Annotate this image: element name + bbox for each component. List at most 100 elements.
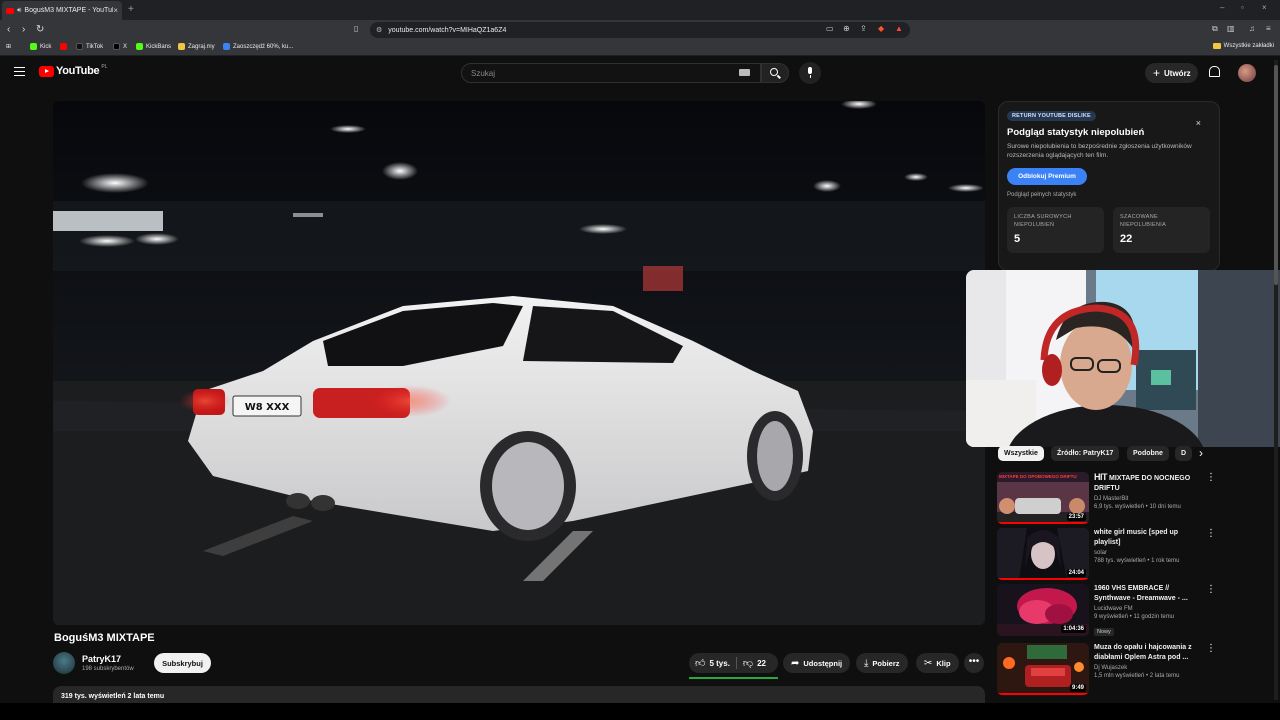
chip-more[interactable]: D <box>1175 446 1193 461</box>
like-button[interactable]: 👍︎ 5 tys. <box>689 653 736 673</box>
sidebar-icon[interactable]: ▥ <box>1227 24 1235 33</box>
recommended-video[interactable]: 9:49 Muza do opału i hajcowania z diabła… <box>997 643 1222 695</box>
subscribe-button[interactable]: Subskrybuj <box>154 653 211 673</box>
chip-from-channel[interactable]: Źródło: PatryK17 <box>1051 446 1120 461</box>
reload-icon[interactable]: ↻ <box>36 24 44 36</box>
like-count: 5 tys. <box>709 658 730 668</box>
guide-menu-icon[interactable] <box>14 67 25 76</box>
share-button[interactable]: ➦ Udostępnij <box>783 653 851 673</box>
video-thumbnail[interactable]: MIXTAPE DO OPOBOWEGO DRIFTU 23:57 <box>997 472 1089 524</box>
back-icon[interactable]: ‹ <box>7 24 10 36</box>
account-avatar[interactable] <box>1238 64 1256 82</box>
search-button[interactable] <box>761 63 789 83</box>
more-options-icon[interactable]: ⋮ <box>1206 473 1216 483</box>
video-thumbnail[interactable]: 24:04 <box>997 528 1089 580</box>
bookmark-item[interactable]: X <box>113 43 127 50</box>
notifications-bell-icon[interactable] <box>1209 66 1220 77</box>
apps-icon[interactable]: ⊞ <box>6 43 11 50</box>
all-bookmarks-folder[interactable]: Wszystkie zakładki <box>1212 43 1274 49</box>
browser-tab[interactable]: 🔊︎ BoguśM3 MIXTAPE - YouTube × <box>2 1 122 20</box>
voice-search-button[interactable] <box>799 62 821 84</box>
video-title: HIT MIXTAPE DO NOCNEGO DRIFTU <box>1094 472 1191 492</box>
video-duration: 1:04:36 <box>1061 625 1086 633</box>
menu-icon[interactable]: ≡ <box>1266 24 1271 33</box>
video-meta: 9 wyświetleń • 11 godzin temu <box>1094 614 1175 620</box>
watch-progress <box>997 693 1089 695</box>
recommended-video[interactable]: MIXTAPE DO OPOBOWEGO DRIFTU 23:57 HIT MIX… <box>997 472 1222 524</box>
scrollbar-thumb[interactable] <box>1274 65 1278 285</box>
channel-name[interactable]: Lucidwave FM <box>1094 606 1206 612</box>
video-title: white girl music [sped up playlist] <box>1094 529 1179 546</box>
channel-name[interactable]: PatryK17 <box>82 654 121 664</box>
dislike-button[interactable]: 👎︎ 22 <box>737 653 772 673</box>
search-input[interactable]: Szukaj <box>461 63 761 83</box>
brave-shield-icon[interactable]: ◆ <box>878 24 884 33</box>
url-text: youtube.com/watch?v=MIHaQZ1a6Z4 <box>388 26 507 34</box>
bookmark-icon[interactable]: ▯ <box>354 24 358 33</box>
chip-all[interactable]: Wszystkie <box>998 446 1044 461</box>
estimated-dislikes-card: SZACOWANE NIEPOLUBIENIA 22 <box>1113 207 1210 253</box>
share-icon[interactable]: ⇪ <box>860 24 867 33</box>
recommended-video[interactable]: 1:04:36 1960 VHS EMBRACE // Synthwave - … <box>997 584 1222 636</box>
more-options-icon[interactable]: ⋮ <box>1206 529 1216 539</box>
share-arrow-icon: ➦ <box>791 657 800 669</box>
ryd-title: Podgląd statystyk niepolubień <box>1007 127 1145 138</box>
site-info-icon[interactable]: ⚙︎ <box>376 26 382 34</box>
video-meta: 1,5 mln wyświetleń • 2 lata temu <box>1094 673 1180 679</box>
rewards-icon[interactable]: ▲ <box>895 24 903 33</box>
unlock-premium-button[interactable]: Odblokuj Premium <box>1007 168 1087 185</box>
bookmark-item[interactable] <box>60 43 70 50</box>
media-icon[interactable]: ♫ <box>1249 24 1255 33</box>
watch-progress <box>997 578 1089 580</box>
download-button[interactable]: ⤓ Pobierz <box>856 653 908 673</box>
bookmark-item[interactable]: Zaoszczędź 60%, ku... <box>223 43 293 50</box>
chip-related[interactable]: Podobne <box>1127 446 1169 461</box>
ryd-close-icon[interactable]: × <box>1196 118 1201 128</box>
speaker-icon[interactable]: 🔊︎ <box>17 7 21 15</box>
dislike-count: 22 <box>757 658 766 668</box>
channel-avatar[interactable] <box>53 652 75 674</box>
video-title: 1960 VHS EMBRACE // Synthwave - Dreamwav… <box>1094 585 1188 602</box>
more-actions-button[interactable]: ••• <box>964 653 984 673</box>
bookmark-item[interactable]: Kick <box>30 43 51 50</box>
channel-name[interactable]: Dj Wujaszek <box>1094 665 1206 671</box>
youtube-logo[interactable]: YouTube PL <box>39 64 107 77</box>
bookmark-item[interactable]: Zagraj.my <box>178 43 215 50</box>
browser-toolbar: ‹ › ↻ ▯ ⚙︎ youtube.com/watch?v=MIHaQZ1a6… <box>0 20 1280 53</box>
create-button[interactable]: + Utwórz <box>1145 63 1198 83</box>
video-frame: W8 XXX <box>53 101 985 625</box>
full-stats-link[interactable]: Podgląd pełnych statystyk <box>1007 192 1076 198</box>
video-thumbnail[interactable]: 1:04:36 <box>997 584 1089 636</box>
window-close-icon[interactable]: × <box>1262 3 1267 12</box>
new-tab-icon[interactable]: + <box>128 4 134 15</box>
tab-title: BoguśM3 MIXTAPE - YouTube <box>24 7 114 14</box>
video-thumbnail[interactable]: 9:49 <box>997 643 1089 695</box>
video-title: Muza do opału i hajcowania z diabłami Op… <box>1094 644 1192 661</box>
ryd-panel: RETURN YOUTUBE DISLIKE × Podgląd statyst… <box>998 101 1220 271</box>
forward-icon[interactable]: › <box>22 24 25 36</box>
tab-close-icon[interactable]: × <box>113 6 118 15</box>
cast-icon[interactable]: ▭ <box>826 24 834 33</box>
thumbnail-caption: MIXTAPE DO OPOBOWEGO DRIFTU <box>999 474 1077 479</box>
keyboard-icon[interactable] <box>739 69 750 76</box>
channel-name[interactable]: solar <box>1094 550 1206 556</box>
zoom-icon[interactable]: ⊕ <box>843 24 850 33</box>
more-options-icon[interactable]: ⋮ <box>1206 585 1216 595</box>
chevron-right-icon[interactable]: › <box>1199 446 1203 461</box>
page-scrollbar[interactable] <box>1274 60 1278 700</box>
recommended-video[interactable]: 24:04 white girl music [sped up playlist… <box>997 528 1222 580</box>
video-duration: 23:57 <box>1066 513 1086 521</box>
minimize-icon[interactable]: – <box>1220 3 1224 12</box>
maximize-icon[interactable]: ▫ <box>1241 3 1244 12</box>
bookmark-item[interactable]: TikTok <box>76 43 103 50</box>
bookmark-item[interactable]: KickBans <box>136 43 171 50</box>
plus-icon: + <box>1153 66 1161 80</box>
channel-name[interactable]: DJ MasterBit <box>1094 496 1206 502</box>
video-player[interactable]: W8 XXX <box>53 101 985 625</box>
more-options-icon[interactable]: ⋮ <box>1206 644 1216 654</box>
clip-button[interactable]: ✂ Klip <box>916 653 959 673</box>
like-ratio-fill <box>689 677 778 679</box>
scissors-icon: ✂ <box>924 657 933 669</box>
puzzle-icon[interactable]: ⧉ <box>1212 24 1218 34</box>
ryd-description: Surowe niepolubienia to bezpośrednie zgł… <box>1007 143 1192 159</box>
